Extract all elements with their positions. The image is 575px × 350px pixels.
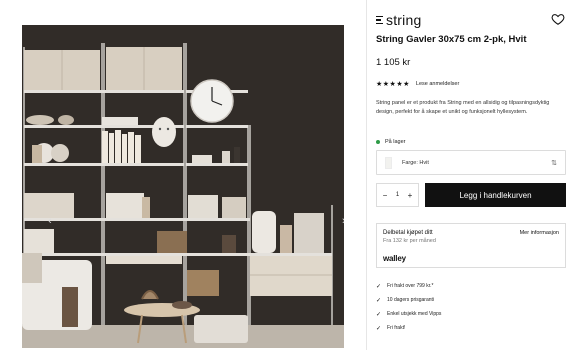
product-image[interactable]: ‹ › (22, 25, 344, 348)
usp-label: 10 dagers prisgaranti (387, 297, 435, 303)
quantity-increase-button[interactable]: + (406, 191, 414, 200)
financing-info-link[interactable]: Mer informasjon (520, 230, 559, 236)
walley-logo: walley (383, 254, 406, 263)
in-stock-dot-icon (376, 140, 380, 144)
stock-status-label: På lager (385, 139, 406, 145)
product-details: string String Gavler 30x75 cm 2-pk, Hvit… (368, 0, 575, 350)
swap-arrows-icon: ⇅ (551, 159, 557, 167)
product-gallery: ‹ › (0, 0, 367, 350)
list-item: ✓ Enkel utsjekk med Vipps (376, 307, 441, 321)
quantity-decrease-button[interactable]: − (381, 191, 389, 200)
check-icon: ✓ (376, 297, 382, 304)
usp-list: ✓ Fri frakt over 799 kr.* ✓ 10 dagers pris… (376, 279, 441, 335)
gallery-next-chevron-right-icon[interactable]: › (342, 215, 344, 227)
heart-icon[interactable] (551, 12, 565, 26)
list-item: ✓ Fri frakt! (376, 321, 441, 335)
rating: ★★★★★ Lese anmeldelser (376, 80, 459, 88)
product-description: String panel er et produkt fra String me… (376, 100, 550, 116)
brand-logo-mark-icon (376, 16, 383, 24)
product-title: String Gavler 30x75 cm 2-pk, Hvit (376, 34, 527, 45)
color-swatch (385, 156, 392, 169)
check-icon: ✓ (376, 311, 382, 318)
financing-box: Delbetal kjøpet ditt Fra 132 kr per måne… (376, 223, 566, 268)
check-icon: ✓ (376, 325, 382, 332)
add-to-cart-button[interactable]: Legg i handlekurven (425, 183, 566, 207)
read-reviews-link[interactable]: Lese anmeldelser (416, 81, 459, 87)
financing-subtitle: Fra 132 kr per måned (383, 238, 436, 244)
shelf-scene-illustration (22, 25, 344, 348)
list-item: ✓ 10 dagers prisgaranti (376, 293, 441, 307)
brand-name: string (386, 12, 422, 28)
list-item: ✓ Fri frakt over 799 kr.* (376, 279, 441, 293)
usp-label: Fri frakt! (387, 325, 406, 331)
usp-label: Enkel utsjekk med Vipps (387, 311, 442, 317)
check-icon: ✓ (376, 283, 382, 290)
quantity-stepper: − 1 + (376, 183, 419, 207)
gallery-prev-chevron-left-icon[interactable]: ‹ (48, 215, 52, 227)
stock-status: På lager (376, 139, 406, 145)
color-label: Farge: Hvit (402, 159, 429, 166)
star-rating-icon: ★★★★★ (376, 81, 410, 88)
product-price: 1 105 kr (376, 57, 411, 68)
color-selector[interactable]: Farge: Hvit ⇅ (376, 150, 566, 175)
brand-logo[interactable]: string (376, 12, 421, 28)
quantity-value[interactable]: 1 (396, 192, 399, 198)
usp-label: Fri frakt over 799 kr.* (387, 283, 434, 289)
